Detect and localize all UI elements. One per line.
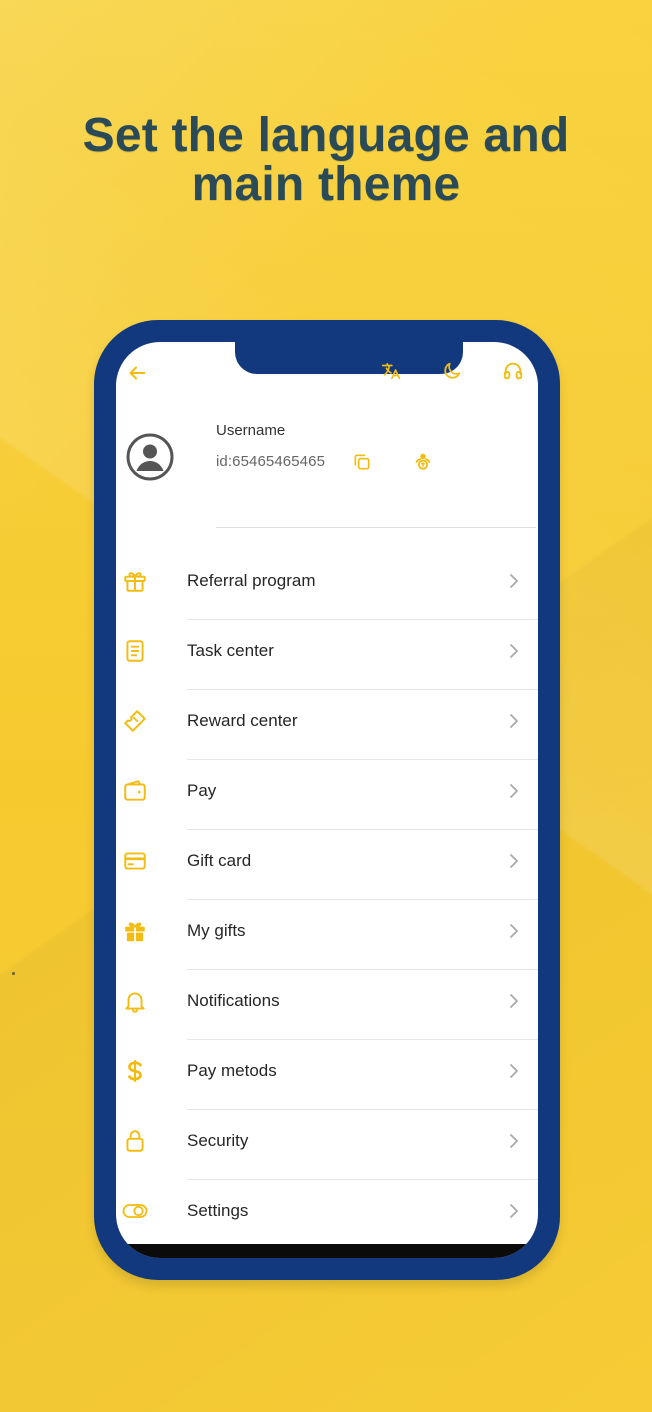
chevron-right-icon xyxy=(508,923,520,939)
chevron-right-icon xyxy=(508,1203,520,1219)
headline: Set the language and main theme xyxy=(82,109,570,211)
menu-item-label: Pay metods xyxy=(187,1061,277,1080)
translate-icon[interactable] xyxy=(380,360,402,382)
menu-list: Referral program Task center Reward cent… xyxy=(116,550,538,1250)
menu-item-label: Gift card xyxy=(187,851,252,870)
chevron-right-icon xyxy=(508,573,520,589)
headset-icon[interactable] xyxy=(502,360,524,382)
credit-card-icon xyxy=(122,848,148,874)
arrow-left-icon[interactable] xyxy=(126,362,148,384)
username-label: Username xyxy=(216,422,286,439)
toggle-icon xyxy=(122,1198,148,1224)
menu-item-gift-card[interactable]: Gift card xyxy=(116,830,538,900)
copy-icon[interactable] xyxy=(352,452,372,472)
ticket-icon xyxy=(122,708,148,734)
chevron-right-icon xyxy=(508,713,520,729)
document-icon xyxy=(122,638,148,664)
menu-item-referral-program[interactable]: Referral program xyxy=(116,550,538,620)
menu-item-label: Security xyxy=(187,1131,249,1150)
chevron-right-icon xyxy=(508,643,520,659)
avatar-icon[interactable] xyxy=(125,432,175,482)
profile-section: Username id:65465465465 xyxy=(116,422,538,532)
menu-item-label: Reward center xyxy=(187,711,298,730)
menu-item-settings[interactable]: Settings xyxy=(116,1180,538,1250)
phone-screen: Username id:65465465465 Referral program… xyxy=(116,342,538,1258)
wallet-icon xyxy=(122,778,148,804)
menu-item-label: Settings xyxy=(187,1201,249,1220)
menu-item-my-gifts[interactable]: My gifts xyxy=(116,900,538,970)
lock-icon xyxy=(122,1128,148,1154)
menu-item-task-center[interactable]: Task center xyxy=(116,620,538,690)
phone-frame: Username id:65465465465 Referral program… xyxy=(94,320,560,1280)
gift-outline-icon xyxy=(122,568,148,594)
bell-icon xyxy=(122,988,148,1014)
menu-item-pay[interactable]: Pay xyxy=(116,760,538,830)
gift-filled-icon xyxy=(122,918,148,944)
menu-item-label: Referral program xyxy=(187,571,316,590)
menu-item-label: Task center xyxy=(187,641,274,660)
decorative-dot xyxy=(12,972,15,975)
chevron-right-icon xyxy=(508,993,520,1009)
home-indicator-bar xyxy=(116,1244,538,1258)
chevron-right-icon xyxy=(508,853,520,869)
user-verify-icon[interactable] xyxy=(412,450,434,472)
menu-item-label: Pay xyxy=(187,781,217,800)
moon-icon[interactable] xyxy=(441,360,463,382)
chevron-right-icon xyxy=(508,783,520,799)
profile-divider xyxy=(216,527,536,528)
chevron-right-icon xyxy=(508,1133,520,1149)
app-topbar xyxy=(116,360,538,394)
chevron-right-icon xyxy=(508,1063,520,1079)
menu-item-label: Notifications xyxy=(187,991,280,1010)
menu-item-reward-center[interactable]: Reward center xyxy=(116,690,538,760)
menu-item-pay-metods[interactable]: Pay metods xyxy=(116,1040,538,1110)
menu-item-security[interactable]: Security xyxy=(116,1110,538,1180)
dollar-icon xyxy=(122,1058,148,1084)
user-id-label: id:65465465465 xyxy=(216,453,326,470)
menu-item-notifications[interactable]: Notifications xyxy=(116,970,538,1040)
menu-item-label: My gifts xyxy=(187,921,246,940)
